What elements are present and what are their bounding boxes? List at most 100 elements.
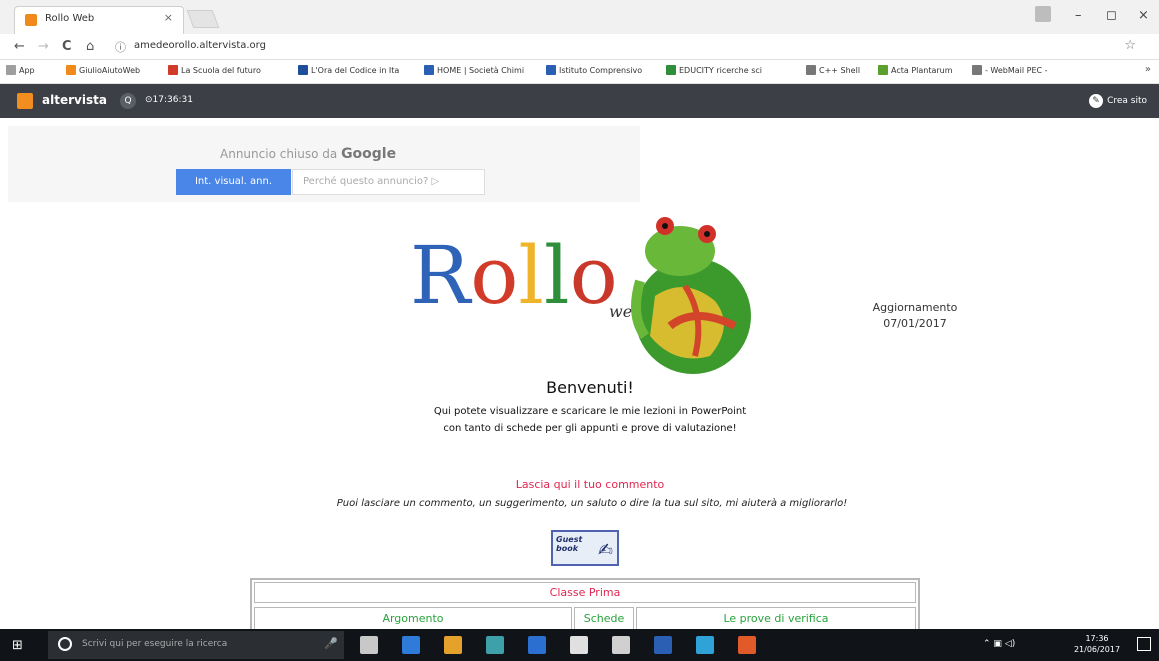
lessons-table: Classe Prima Argomento Schede Le prove d… (250, 578, 920, 629)
ad-placeholder: Annuncio chiuso da Google Int. visual. a… (8, 126, 640, 202)
bookmark-label: La Scuola del futuro (181, 66, 261, 75)
taskbar-app-icon[interactable] (696, 636, 714, 654)
bookmarks-more-icon[interactable]: » (1145, 64, 1151, 75)
altervista-toolbar: altervista Q ⊙17:36:31 ✎ Crea sito (0, 84, 1159, 118)
bookmark-item[interactable]: C++ Shell (806, 65, 860, 75)
taskbar-app-icon[interactable] (738, 636, 756, 654)
site-info-icon[interactable]: ⓘ (115, 39, 126, 55)
ad-closed-brand: Google (341, 146, 397, 162)
taskbar-app-icon[interactable] (612, 636, 630, 654)
bookmark-item[interactable]: Istituto Comprensivo (546, 65, 642, 75)
bookmark-icon (424, 65, 434, 75)
altervista-logo-icon[interactable] (17, 93, 33, 109)
guestbook-label: Guest book (556, 535, 582, 553)
taskbar-app-icon[interactable] (444, 636, 462, 654)
bookmark-label: EDUCITY ricerche sci (679, 66, 762, 75)
altervista-brand[interactable]: altervista (42, 93, 107, 107)
bookmark-label: App (19, 66, 35, 75)
pencil-icon: ✎ (1089, 94, 1104, 108)
taskbar-time: 17:36 (1085, 634, 1109, 643)
bookmark-label: HOME | Società Chimi (437, 66, 525, 75)
bookmark-icon (878, 65, 888, 75)
search-icon[interactable]: Q (120, 93, 136, 109)
tab-bar: Rollo Web × – ◻ × (0, 0, 1159, 34)
notifications-icon[interactable] (1137, 637, 1151, 651)
bookmark-icon (298, 65, 308, 75)
minimize-button[interactable]: – (1075, 8, 1082, 23)
url-field[interactable]: ⓘ amedeorollo.altervista.org ☆ (110, 37, 1140, 57)
welcome-section: Benvenuti! Qui potete visualizzare e sca… (380, 378, 800, 437)
logo-letter: o (470, 229, 519, 322)
bookmark-item[interactable]: La Scuola del futuro (168, 65, 261, 75)
create-site-button[interactable]: ✎ Crea sito (1089, 94, 1147, 108)
close-window-button[interactable]: × (1138, 8, 1149, 23)
cortana-icon (58, 637, 72, 651)
bookmark-icon (168, 65, 178, 75)
logo-letter: R (410, 229, 471, 322)
taskbar-date: 21/06/2017 (1073, 645, 1121, 654)
search-placeholder: Scrivi qui per eseguire la ricerca (82, 639, 228, 649)
bookmark-icon (806, 65, 816, 75)
bookmark-icon (666, 65, 676, 75)
bookmark-icon (6, 65, 16, 75)
bookmark-item[interactable]: HOME | Società Chimi (424, 65, 524, 75)
bookmark-item[interactable]: Acta Plantarum (878, 65, 953, 75)
microphone-icon[interactable]: 🎤 (324, 637, 338, 650)
bookmark-icon (972, 65, 982, 75)
leave-comment-link[interactable]: Lascia qui il tuo commento (480, 478, 700, 491)
welcome-title: Benvenuti! (546, 378, 634, 397)
windows-start-icon[interactable]: ⊞ (12, 638, 23, 653)
taskbar-app-icon[interactable] (570, 636, 588, 654)
taskbar-app-icon[interactable] (402, 636, 420, 654)
bookmark-label: Istituto Comprensivo (559, 66, 643, 75)
bookmark-star-icon[interactable]: ☆ (1124, 38, 1136, 53)
windows-taskbar: ⊞ Scrivi qui per eseguire la ricerca 🎤 ⌃… (0, 629, 1159, 661)
forward-button[interactable]: → (38, 39, 49, 54)
bookmark-item[interactable]: App (6, 65, 35, 75)
writing-hand-icon: ✍ (597, 540, 613, 561)
create-site-label: Crea sito (1107, 96, 1147, 106)
logo-letter: l (518, 229, 544, 322)
bookmarks-bar: » App GiulioAiutoWeb La Scuola del futuro L… (0, 60, 1159, 84)
taskbar-app-icon[interactable] (528, 636, 546, 654)
browser-tab[interactable]: Rollo Web × (14, 6, 184, 34)
logo-letter: l (544, 229, 570, 322)
reload-button[interactable]: C (62, 39, 72, 54)
ad-settings-button[interactable]: Int. visual. ann. (176, 169, 291, 195)
taskbar-clock[interactable]: 17:36 21/06/2017 (1072, 633, 1122, 655)
comment-description: Puoi lasciare un commento, un suggerimen… (336, 498, 848, 509)
taskbar-app-icon[interactable] (654, 636, 672, 654)
bookmark-icon (66, 65, 76, 75)
ad-why-button[interactable]: Perché questo annuncio? ▷ (292, 169, 485, 195)
bookmark-label: C++ Shell (819, 66, 861, 75)
clock-text: ⊙17:36:31 (145, 95, 193, 105)
taskbar-search-field[interactable]: Scrivi qui per eseguire la ricerca 🎤 (48, 631, 344, 659)
column-header-tests: Le prove di verifica (636, 607, 916, 629)
tab-title: Rollo Web (45, 13, 95, 24)
ad-closed-prefix: Annuncio chiuso da (220, 147, 342, 161)
new-tab-button[interactable] (186, 10, 220, 28)
column-header-topic: Argomento (254, 607, 572, 629)
taskbar-app-icon[interactable] (360, 636, 378, 654)
tab-close-icon[interactable]: × (164, 11, 173, 24)
user-profile-icon[interactable] (1035, 6, 1051, 22)
bookmark-item[interactable]: L'Ora del Codice in Ita (298, 65, 399, 75)
bookmark-item[interactable]: - WebMail PEC - (972, 65, 1048, 75)
page-content: Annuncio chiuso da Google Int. visual. a… (0, 118, 1159, 629)
back-button[interactable]: ← (14, 39, 25, 54)
taskbar-app-icon[interactable] (486, 636, 504, 654)
maximize-button[interactable]: ◻ (1106, 8, 1117, 23)
guestbook-button[interactable]: Guest book ✍ (551, 530, 619, 566)
bookmark-label: - WebMail PEC - (985, 66, 1048, 75)
column-header-sheets: Schede (574, 607, 634, 629)
bookmark-item[interactable]: GiulioAiutoWeb (66, 65, 140, 75)
home-button[interactable]: ⌂ (86, 39, 94, 54)
site-logo: Rollo (410, 236, 618, 316)
system-tray-icons[interactable]: ⌃ ▣ ◁) (983, 639, 1015, 649)
bookmark-icon (546, 65, 556, 75)
table-header: Classe Prima (254, 582, 916, 603)
guestbook-line-1: Guest (556, 535, 583, 544)
bookmark-item[interactable]: EDUCITY ricerche sci (666, 65, 762, 75)
favicon-icon (25, 14, 37, 26)
welcome-line-1: Qui potete visualizzare e scaricare le m… (433, 406, 747, 417)
